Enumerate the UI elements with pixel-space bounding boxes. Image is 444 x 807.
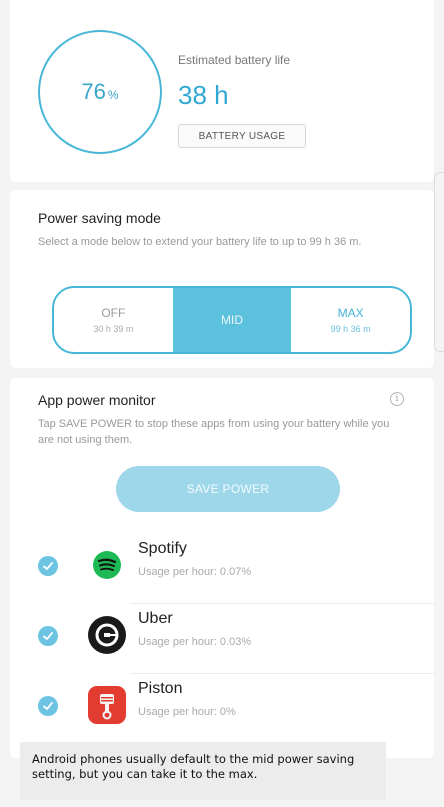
power-saving-description: Select a mode below to extend your batte… <box>38 236 362 248</box>
estimated-life-label: Estimated battery life <box>178 53 291 67</box>
check-icon <box>43 632 53 640</box>
power-saving-card: Power saving mode Select a mode below to… <box>10 190 434 368</box>
app-row-spotify[interactable]: Spotify Usage per hour: 0.07% <box>10 538 434 604</box>
check-icon <box>43 562 53 570</box>
app-name-uber: Uber <box>138 610 173 627</box>
power-saving-title: Power saving mode <box>38 210 161 226</box>
estimated-life-value: 38 h <box>178 80 229 110</box>
app-name-piston: Piston <box>138 680 183 697</box>
check-icon <box>43 702 53 710</box>
mode-off-label: OFF <box>101 306 126 320</box>
checkbox-piston[interactable] <box>38 696 58 716</box>
piston-icon <box>88 686 126 724</box>
checkbox-uber[interactable] <box>38 626 58 646</box>
battery-percent: 76 <box>81 79 106 104</box>
spotify-icon <box>88 546 126 584</box>
app-row-piston[interactable]: Piston Usage per hour: 0% <box>10 678 434 738</box>
power-mode-selector: OFF 30 h 39 m MID MAX 99 h 36 m <box>52 286 412 354</box>
app-power-monitor-card: App power monitor i Tap SAVE POWER to st… <box>10 378 434 758</box>
side-scroll-handle[interactable] <box>434 172 444 352</box>
uber-icon <box>88 616 126 654</box>
app-monitor-title: App power monitor <box>38 392 156 408</box>
checkbox-spotify[interactable] <box>38 556 58 576</box>
info-icon[interactable]: i <box>390 392 404 406</box>
mode-off-option[interactable]: OFF 30 h 39 m <box>54 288 173 352</box>
app-name-spotify: Spotify <box>138 540 187 557</box>
divider <box>130 673 434 674</box>
mode-mid-option[interactable]: MID <box>172 288 292 352</box>
divider <box>130 603 434 604</box>
mode-max-time: 99 h 36 m <box>330 324 371 334</box>
mode-off-time: 30 h 39 m <box>93 324 134 334</box>
app-row-uber[interactable]: Uber Usage per hour: 0.03% <box>10 608 434 674</box>
save-power-button[interactable]: SAVE POWER <box>116 466 340 512</box>
mode-max-option[interactable]: MAX 99 h 36 m <box>291 288 410 352</box>
app-usage-spotify: Usage per hour: 0.07% <box>138 566 252 578</box>
app-usage-piston: Usage per hour: 0% <box>138 706 236 718</box>
battery-usage-button[interactable]: BATTERY USAGE <box>178 124 306 148</box>
app-usage-uber: Usage per hour: 0.03% <box>138 636 252 648</box>
image-caption: Android phones usually default to the mi… <box>20 742 386 800</box>
battery-card: 76 % Estimated battery life 38 h BATTERY… <box>10 0 434 182</box>
mode-max-label: MAX <box>337 306 364 320</box>
battery-percent-sign: % <box>107 88 119 102</box>
battery-percentage-ring: 76 % <box>38 30 162 154</box>
mode-mid-label: MID <box>221 313 243 327</box>
app-monitor-description: Tap SAVE POWER to stop these apps from u… <box>38 418 390 446</box>
